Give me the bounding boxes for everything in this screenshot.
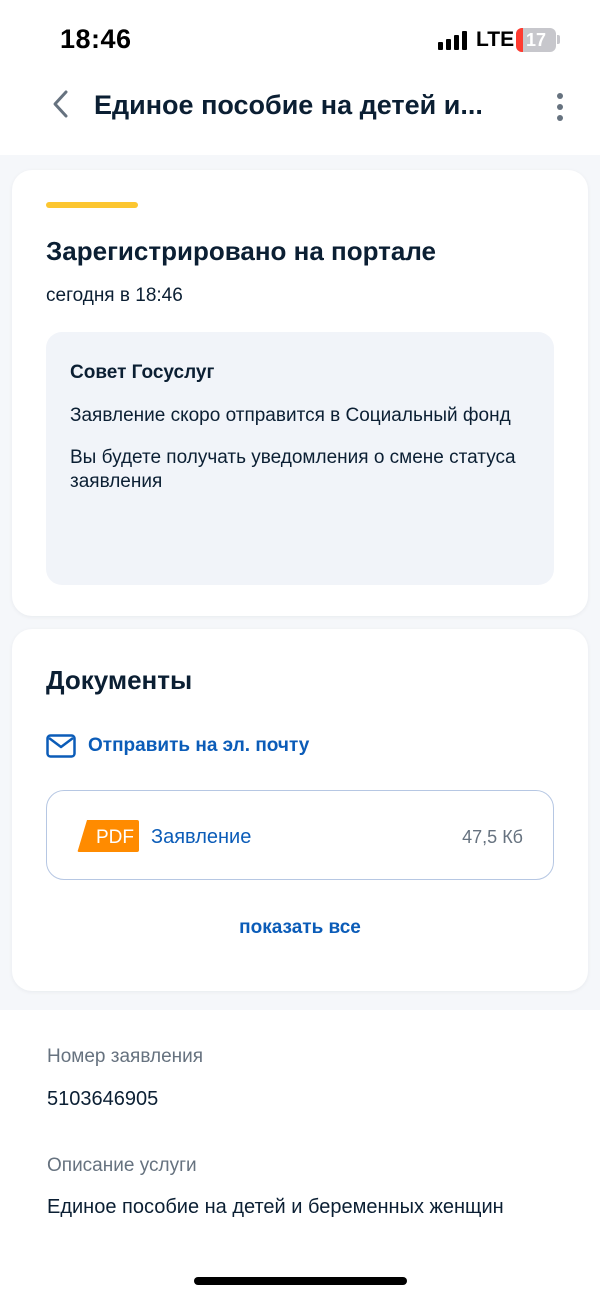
application-number-value: 5103646905 [47, 1088, 159, 1110]
battery-level: 17 [525, 30, 547, 50]
send-email-label: Отправить на эл. почту [88, 735, 310, 756]
clock: 18:46 [60, 24, 132, 54]
battery-cap [557, 35, 560, 44]
cellular-signal-icon [438, 30, 468, 50]
documents-title: Документы [46, 665, 193, 695]
documents-card: Документы Отправить на эл. почту PDF Зая… [12, 629, 588, 991]
pdf-file-icon: PDF [77, 820, 139, 852]
envelope-icon [46, 734, 76, 758]
back-button[interactable] [44, 86, 80, 122]
document-name: Заявление [151, 826, 252, 848]
header: Единое пособие на детей и... [0, 80, 600, 140]
service-description-label: Описание услуги [47, 1155, 197, 1176]
more-dots-icon [557, 93, 563, 99]
chevron-left-icon [53, 90, 68, 118]
document-item[interactable]: PDF Заявление 47,5 Кб [46, 790, 554, 880]
more-options-button[interactable] [548, 90, 572, 124]
status-card: Зарегистрировано на портале сегодня в 18… [12, 170, 588, 616]
network-type: LTE [476, 28, 515, 51]
status-bar: 18:46 LTE 17 [0, 0, 600, 80]
show-all-link[interactable]: показать все [12, 917, 588, 939]
pdf-badge-label: PDF [96, 827, 134, 848]
send-email-link[interactable]: Отправить на эл. почту [46, 731, 309, 761]
tip-title: Совет Госуслуг [70, 362, 215, 383]
application-number-label: Номер заявления [47, 1046, 204, 1067]
home-indicator[interactable] [194, 1277, 407, 1285]
page-title: Единое пособие на детей и... [94, 90, 483, 120]
tip-paragraph: Заявление скоро отправится в Социальный … [70, 405, 511, 426]
document-size: 47,5 Кб [462, 827, 523, 847]
service-description-value: Единое пособие на детей и беременных жен… [47, 1196, 504, 1218]
screen: 18:46 LTE 17 Единое пособие на детей и..… [0, 0, 600, 1297]
tip-paragraph: Вы будете получать уведомления о смене с… [70, 447, 516, 492]
status-title: Зарегистрировано на портале [46, 236, 436, 266]
battery-icon: 17 [516, 28, 556, 52]
status-timestamp: сегодня в 18:46 [46, 285, 183, 306]
tip-box: Совет Госуслуг Заявление скоро отправитс… [46, 332, 554, 585]
status-indicator-bar [46, 202, 138, 208]
